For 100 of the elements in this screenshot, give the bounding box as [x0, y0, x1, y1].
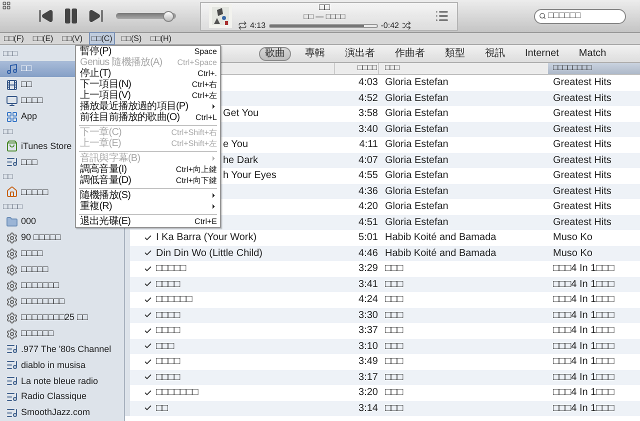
sidebar-item[interactable]: □□□□□ [0, 262, 124, 278]
menu-item[interactable]: 下一項目(N) [80, 79, 168, 90]
song-time: 3:20 [358, 386, 378, 400]
song-name: □□□□ [156, 324, 180, 338]
sidebar-item[interactable]: SmoothJazz.com [0, 405, 124, 421]
view-tab[interactable]: Internet [519, 46, 565, 60]
song-time: 3:30 [358, 308, 378, 323]
menu-bar-item[interactable]: □□(F) [1, 32, 27, 45]
menu-bar-item[interactable]: □□(H) [148, 32, 174, 45]
song-artist: Gloria Estefan [384, 92, 450, 106]
repeat-icon[interactable] [238, 21, 247, 30]
check-icon[interactable] [144, 358, 152, 366]
progress-bar[interactable] [268, 24, 378, 28]
window-menu-icon[interactable] [2, 1, 11, 10]
check-icon[interactable] [144, 404, 152, 412]
song-time: 4:55 [358, 169, 378, 184]
menu-item[interactable]: 前往目前播放的歌曲(O) [80, 112, 180, 123]
song-album: □□□4 In 1□□□ [552, 308, 616, 323]
song-album: □□□4 In 1□□□ [552, 262, 616, 276]
sidebar-item[interactable]: 90 □□□□□ [0, 230, 124, 246]
shuffle-icon[interactable] [402, 21, 411, 30]
menu-item[interactable]: 調高音量(I) [80, 164, 168, 175]
song-artist: □□□ [384, 308, 404, 323]
check-icon[interactable] [144, 280, 152, 288]
gear-icon [6, 296, 18, 308]
view-tab[interactable]: 類型 [439, 46, 471, 60]
view-tab[interactable]: Match [572, 46, 612, 60]
song-artist: Gloria Estefan [384, 76, 450, 90]
view-tab[interactable]: 演出者 [339, 46, 381, 60]
song-album: □□□4 In 1□□□ [552, 386, 616, 400]
column-heading[interactable]: □□□□ [335, 63, 378, 74]
shortcut-text: Ctrl+E [194, 216, 217, 227]
shortcut-text: Ctrl+Shift+左 [170, 138, 217, 149]
menu-bar-item[interactable]: □□(E) [30, 32, 56, 45]
song-title: □□ [319, 2, 330, 12]
menu-item[interactable]: 隨機播放(S) [80, 190, 168, 201]
column-heading[interactable]: □□□□□□□□ [548, 63, 640, 74]
song-time: 4:46 [358, 246, 378, 261]
check-icon[interactable] [144, 388, 152, 397]
check-icon[interactable] [144, 296, 152, 304]
rewind-button[interactable] [38, 8, 54, 24]
check-icon[interactable] [144, 249, 152, 258]
sidebar-item[interactable]: □□□□□□□□25 □□ [0, 310, 124, 326]
menu-item[interactable]: 暫停(P) [80, 46, 168, 57]
pause-button[interactable] [62, 7, 80, 25]
song-album: Greatest Hits [552, 107, 612, 122]
menu-item[interactable]: 重複(R) [80, 201, 168, 212]
shortcut-text: Ctrl+右 [190, 79, 217, 90]
menu-item[interactable]: 上一項目(V) [80, 90, 168, 101]
gear-icon [6, 232, 18, 244]
song-artist: Habib Koité and Bamada [384, 231, 498, 246]
sidebar-item[interactable]: □□□□□□ [0, 326, 124, 342]
shopping-bag-icon [6, 140, 18, 152]
menu-bar-item[interactable]: □□(S) [118, 32, 145, 45]
view-tab[interactable]: 作曲者 [389, 46, 431, 60]
elapsed-time: 4:13 [250, 21, 266, 30]
song-time: 3:40 [358, 122, 378, 137]
sidebar-item[interactable]: □□□□□□□ [0, 278, 124, 294]
search-field[interactable]: □□□□□□ [534, 8, 626, 24]
song-name: Din Din Wo (Little Child) [156, 246, 263, 261]
menu-item[interactable]: 退出光碟(E) [80, 216, 168, 227]
sidebar-item[interactable]: Radio Classique [0, 389, 124, 406]
film-icon [6, 78, 18, 91]
song-time: 3:49 [358, 355, 378, 370]
sidebar-item[interactable]: La note bleue radio [0, 373, 124, 390]
sidebar-item[interactable]: □□□□ [0, 246, 124, 262]
search-input[interactable]: □□□□□□ [548, 9, 621, 23]
list-icon[interactable] [435, 9, 449, 23]
song-album: Greatest Hits [552, 154, 612, 168]
check-icon[interactable] [144, 373, 152, 382]
forward-button[interactable] [88, 8, 104, 24]
volume-slider[interactable] [116, 10, 176, 22]
shortcut-text: Ctrl+Shift+右 [170, 127, 217, 138]
song-artist: □□□ [384, 324, 404, 338]
menu-bar-item[interactable]: □□(V) [59, 32, 86, 45]
song-album: Greatest Hits [552, 122, 612, 137]
sidebar-item[interactable]: □□□□□□□□ [0, 294, 124, 310]
view-tab[interactable]: 歌曲 [259, 46, 291, 60]
check-icon[interactable] [144, 264, 152, 273]
playlist-icon [6, 407, 18, 420]
view-tab[interactable]: 視訊 [479, 46, 511, 60]
menu-item[interactable]: 播放最近播放過的項目(P) [80, 101, 188, 112]
monitor-icon [6, 94, 18, 107]
check-icon[interactable] [144, 234, 152, 242]
sidebar-item[interactable]: .977 The '80s Channel [0, 342, 124, 358]
check-icon[interactable] [144, 342, 152, 350]
song-artist: □□□ [384, 386, 404, 400]
view-tab[interactable]: 專輯 [299, 46, 331, 60]
menu-item[interactable]: 調低音量(D) [80, 175, 168, 186]
song-artist: □□□ [384, 402, 404, 416]
folder-icon [6, 216, 18, 228]
sidebar-item[interactable]: diablo in musisa [0, 357, 124, 374]
song-album: □□□4 In 1□□□ [552, 293, 616, 308]
song-artist: Gloria Estefan [384, 184, 450, 199]
song-time: 3:58 [358, 107, 378, 122]
check-icon[interactable] [144, 311, 152, 320]
shortcut-text: Ctrl+L [194, 112, 217, 123]
song-time: 3:17 [358, 370, 378, 385]
check-icon[interactable] [144, 326, 152, 335]
menu-bar-item[interactable]: □□(C) [88, 32, 116, 45]
